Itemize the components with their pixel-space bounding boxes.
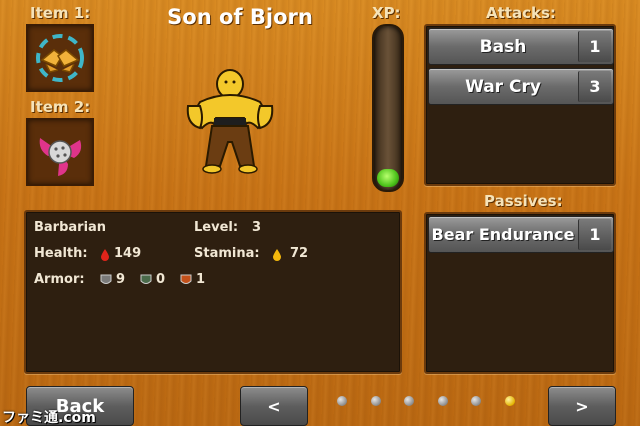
passive-bear-endurance-button[interactable]: Bear Endurance 1 xyxy=(428,216,614,253)
armor-pierce-icon xyxy=(140,274,152,284)
xp-bar-fill xyxy=(377,169,399,187)
stamina-label: Stamina: xyxy=(194,246,260,261)
watermark: ファミ通.com xyxy=(2,410,96,426)
page-dot[interactable] xyxy=(504,396,515,406)
page-dot[interactable] xyxy=(471,396,481,406)
attack-name: War Cry xyxy=(465,76,541,97)
attack-level: 3 xyxy=(578,71,611,102)
page-dot[interactable] xyxy=(370,396,381,406)
blood-drop-icon xyxy=(101,249,109,261)
passive-name: Bear Endurance xyxy=(431,225,575,244)
page-dot[interactable] xyxy=(337,396,347,406)
prev-page-button[interactable]: < xyxy=(240,386,308,426)
stamina-drop-icon xyxy=(273,249,281,261)
attacks-label: Attacks: xyxy=(486,4,556,22)
attack-level: 1 xyxy=(578,31,611,62)
page-dot[interactable] xyxy=(404,396,414,406)
item2-slot[interactable] xyxy=(26,118,94,186)
next-page-button[interactable]: > xyxy=(548,386,616,426)
item1-slot[interactable] xyxy=(26,24,94,92)
armor-pierce-value: 0 xyxy=(156,272,166,287)
attack-bash-button[interactable]: Bash 1 xyxy=(428,28,614,65)
attacks-panel: Bash 1 War Cry 3 xyxy=(424,24,616,186)
passive-level: 1 xyxy=(578,219,611,250)
passives-panel: Bear Endurance 1 xyxy=(424,212,616,374)
character-name: Son of Bjorn xyxy=(167,5,313,29)
attack-war-cry-button[interactable]: War Cry 3 xyxy=(428,68,614,105)
stamina-value: 72 xyxy=(290,246,309,261)
armor-slash-value: 9 xyxy=(116,272,126,287)
page-dot[interactable] xyxy=(437,396,448,406)
gauntlets-icon xyxy=(36,34,84,82)
spiked-ball-icon xyxy=(39,138,82,176)
xp-bar xyxy=(372,24,404,192)
level-label: Level: xyxy=(194,220,239,235)
xp-label: XP: xyxy=(372,4,401,22)
health-label: Health: xyxy=(34,246,88,261)
armor-magic-value: 1 xyxy=(196,272,206,287)
character-screen: Item 1: Item 2: Son of Bjorn XP: Attacks… xyxy=(0,0,640,426)
barbarian-portrait xyxy=(186,69,274,174)
level-value: 3 xyxy=(252,220,262,235)
item2-label: Item 2: xyxy=(30,98,91,116)
armor-slash-icon xyxy=(100,274,112,284)
health-value: 149 xyxy=(114,246,142,261)
attack-name: Bash xyxy=(479,36,527,57)
passives-label: Passives: xyxy=(484,192,563,210)
item1-label: Item 1: xyxy=(30,4,91,22)
armor-magic-icon xyxy=(180,274,192,284)
class-name: Barbarian xyxy=(34,220,107,235)
stats-panel: Barbarian Level: 3 Health: 149 Stamina: … xyxy=(24,210,402,374)
armor-label: Armor: xyxy=(34,272,85,287)
